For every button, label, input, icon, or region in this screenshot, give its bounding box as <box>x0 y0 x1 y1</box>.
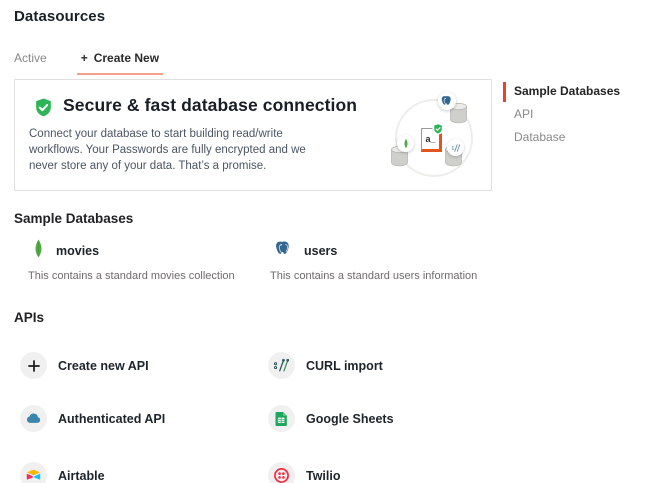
nav-item-sample-databases[interactable]: Sample Databases <box>514 84 620 98</box>
plus-icon: + <box>81 51 88 65</box>
shield-check-icon <box>432 122 444 140</box>
sample-db-card-users[interactable]: users This contains a standard users inf… <box>270 240 505 282</box>
api-card-label: CURL import <box>306 359 383 373</box>
api-card-label: Airtable <box>58 469 105 483</box>
tab-active-datasources[interactable]: Active <box>14 51 47 73</box>
apis-heading: APIs <box>14 310 44 325</box>
secure-connection-banner: Secure & fast database connection Connec… <box>14 79 492 191</box>
api-card-create-new-api[interactable]: Create new API <box>20 352 149 379</box>
sample-db-description: This contains a standard users informati… <box>270 270 505 282</box>
api-card-twilio[interactable]: Twilio <box>268 462 341 483</box>
banner-heading: Secure & fast database connection <box>63 95 357 116</box>
nav-item-api[interactable]: API <box>514 107 533 121</box>
google-sheets-icon <box>268 405 295 432</box>
api-card-google-sheets[interactable]: Google Sheets <box>268 405 394 432</box>
sample-db-title: users <box>304 244 337 258</box>
sample-db-description: This contains a standard movies collecti… <box>28 270 263 282</box>
banner-body-text: Connect your database to start building … <box>29 126 335 174</box>
api-card-curl-import[interactable]: CURL import <box>268 352 383 379</box>
sample-db-card-movies[interactable]: movies This contains a standard movies c… <box>28 240 263 282</box>
sample-databases-heading: Sample Databases <box>14 211 133 226</box>
api-card-authenticated-api[interactable]: Authenticated API <box>20 405 165 432</box>
shield-check-icon <box>33 97 54 123</box>
tab-create-new-label: Create New <box>94 51 159 65</box>
airtable-icon <box>20 462 47 483</box>
mongodb-icon <box>397 135 414 152</box>
api-card-label: Twilio <box>306 469 341 483</box>
api-card-label: Authenticated API <box>58 412 165 426</box>
active-section-indicator <box>503 82 506 102</box>
postgresql-icon <box>275 240 292 262</box>
nav-item-database[interactable]: Database <box>514 130 565 144</box>
page-title: Datasources <box>14 8 105 25</box>
tab-bar: Active + Create New <box>14 51 163 75</box>
datasources-page: Datasources Active + Create New Secure & … <box>0 0 650 483</box>
curl-icon <box>268 352 295 379</box>
twilio-icon <box>268 462 295 483</box>
mongodb-icon <box>33 238 44 264</box>
tab-active-label: Active <box>14 51 47 65</box>
api-card-label: Create new API <box>58 359 149 373</box>
postgresql-icon <box>438 92 456 110</box>
sample-db-card-head: users <box>270 240 505 262</box>
tab-create-new[interactable]: + Create New <box>77 51 163 75</box>
curl-icon <box>447 139 464 156</box>
api-card-label: Google Sheets <box>306 412 394 426</box>
sample-db-card-head: movies <box>28 240 263 262</box>
api-card-airtable[interactable]: Airtable <box>20 462 105 483</box>
cloud-icon <box>20 405 47 432</box>
plus-icon <box>20 352 47 379</box>
sample-db-title: movies <box>56 244 99 258</box>
